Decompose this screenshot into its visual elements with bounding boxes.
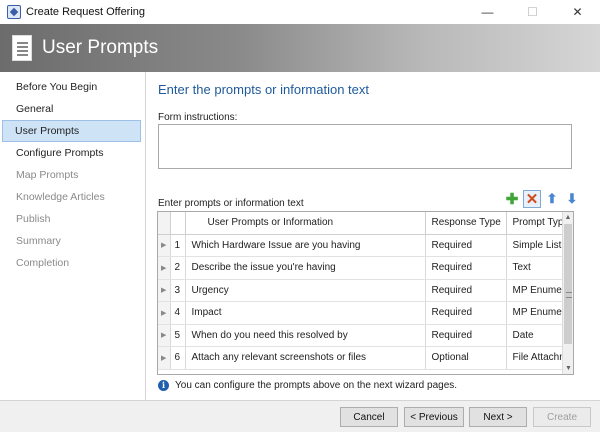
row-number: 1 (170, 234, 186, 257)
row-number: 5 (170, 324, 186, 347)
document-icon (12, 35, 32, 61)
prompt-cell[interactable]: Impact (185, 301, 426, 325)
number-column-header (170, 212, 186, 235)
window-controls: — ☐ ✕ (465, 0, 600, 24)
scroll-thumb[interactable] (564, 224, 572, 344)
column-header-prompts[interactable]: User Prompts or Information (185, 212, 426, 235)
table-row[interactable]: ▶ 5 When do you need this resolved by Re… (158, 324, 573, 347)
nav-item-user-prompts[interactable]: User Prompts (2, 120, 141, 142)
nav-item-configure-prompts[interactable]: Configure Prompts (2, 142, 141, 164)
prompts-grid: User Prompts or Information Response Typ… (157, 211, 574, 375)
table-row[interactable]: ▶ 2 Describe the issue you're having Req… (158, 256, 573, 280)
nav-item-general[interactable]: General (2, 98, 141, 120)
prompt-cell[interactable]: Attach any relevant screenshots or files (185, 346, 426, 370)
row-number: 6 (170, 346, 186, 370)
row-number: 2 (170, 256, 186, 280)
header-banner: User Prompts (0, 24, 600, 72)
nav-item-completion: Completion (16, 257, 70, 269)
row-selector-header (158, 212, 171, 235)
form-instructions-label: Form instructions: (158, 112, 238, 123)
nav-item-summary: Summary (16, 235, 61, 247)
move-down-icon[interactable]: ⬇ (563, 190, 581, 208)
info-text: You can configure the prompts above on t… (175, 380, 458, 391)
nav-item-map-prompts: Map Prompts (16, 169, 79, 181)
nav-item-publish: Publish (16, 213, 51, 225)
minimize-button[interactable]: — (465, 0, 510, 24)
scroll-up-icon[interactable]: ▲ (563, 212, 573, 223)
nav-item-knowledge-articles: Knowledge Articles (16, 191, 105, 203)
move-up-icon[interactable]: ⬆ (543, 190, 561, 208)
window-title: Create Request Offering (26, 6, 146, 18)
prompts-label: Enter prompts or information text (158, 198, 304, 209)
app-icon (7, 5, 21, 19)
wizard-footer: Cancel < Previous Next > Create (0, 400, 600, 432)
scroll-down-icon[interactable]: ▼ (563, 363, 573, 374)
close-button[interactable]: ✕ (555, 0, 600, 24)
nav-item-before-you-begin[interactable]: Before You Begin (2, 76, 141, 98)
prompt-cell[interactable]: Urgency (185, 279, 426, 302)
prompt-cell[interactable]: Describe the issue you're having (185, 256, 426, 280)
response-type-cell[interactable]: Required (425, 324, 507, 347)
row-selector-icon[interactable]: ▶ (158, 324, 171, 347)
main-panel: Enter the prompts or information text Fo… (147, 72, 600, 400)
row-number: 4 (170, 301, 186, 325)
grid-toolbar: ✚ ✕ ⬆ ⬇ (503, 190, 581, 208)
maximize-button[interactable]: ☐ (510, 0, 555, 24)
response-type-cell[interactable]: Required (425, 301, 507, 325)
previous-button[interactable]: < Previous (404, 407, 464, 427)
table-row[interactable]: ▶ 4 Impact Required MP Enumerati... (158, 301, 573, 325)
table-row[interactable]: ▶ 1 Which Hardware Issue are you having … (158, 234, 573, 257)
prompt-cell[interactable]: Which Hardware Issue are you having (185, 234, 426, 257)
row-selector-icon[interactable]: ▶ (158, 301, 171, 325)
row-number: 3 (170, 279, 186, 302)
response-type-cell[interactable]: Required (425, 256, 507, 280)
row-selector-icon[interactable]: ▶ (158, 256, 171, 280)
row-selector-icon[interactable]: ▶ (158, 279, 171, 302)
page-title: User Prompts (42, 37, 159, 58)
column-header-response-type[interactable]: Response Type (425, 212, 507, 235)
grid-header-row: User Prompts or Information Response Typ… (158, 212, 573, 235)
grid-scrollbar[interactable]: ▲ ▼ (562, 212, 573, 374)
response-type-cell[interactable]: Required (425, 234, 507, 257)
response-type-cell[interactable]: Optional (425, 346, 507, 370)
add-icon[interactable]: ✚ (503, 190, 521, 208)
cancel-button[interactable]: Cancel (340, 407, 398, 427)
section-heading: Enter the prompts or information text (158, 82, 369, 97)
create-button: Create (533, 407, 591, 427)
delete-icon[interactable]: ✕ (523, 190, 541, 208)
wizard-nav: Before You Begin General User Prompts Co… (0, 72, 146, 400)
row-selector-icon[interactable]: ▶ (158, 234, 171, 257)
title-bar: Create Request Offering — ☐ ✕ (0, 0, 600, 24)
table-row[interactable]: ▶ 3 Urgency Required MP Enumerati... (158, 279, 573, 302)
form-instructions-input[interactable] (158, 124, 572, 169)
row-selector-icon[interactable]: ▶ (158, 346, 171, 370)
prompt-cell[interactable]: When do you need this resolved by (185, 324, 426, 347)
table-row[interactable]: ▶ 6 Attach any relevant screenshots or f… (158, 346, 573, 370)
info-message: i You can configure the prompts above on… (158, 380, 457, 391)
info-icon: i (158, 380, 169, 391)
response-type-cell[interactable]: Required (425, 279, 507, 302)
next-button[interactable]: Next > (469, 407, 527, 427)
